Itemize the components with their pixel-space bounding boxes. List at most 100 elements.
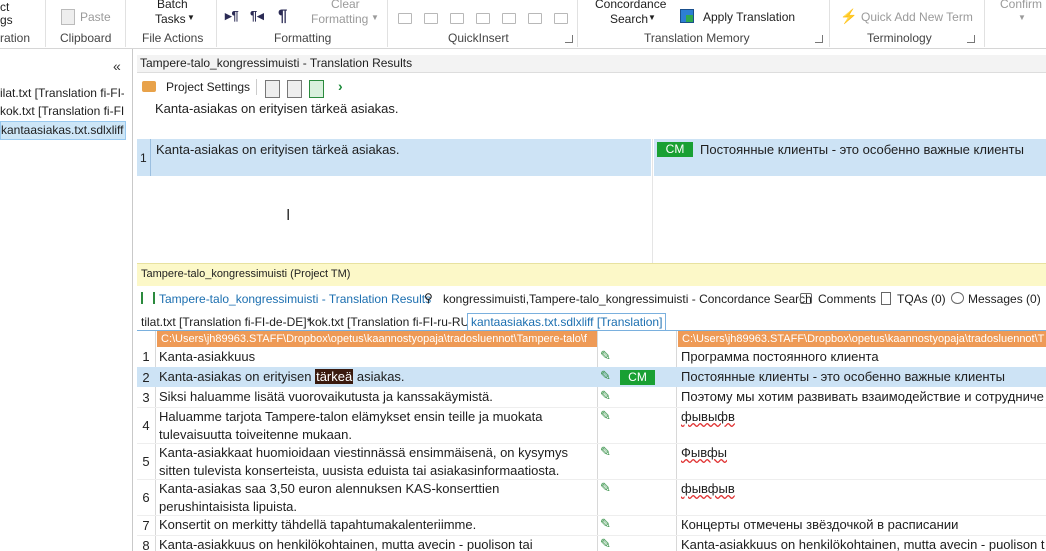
next-arrow-icon[interactable]: › bbox=[338, 78, 343, 94]
batch-tasks-button[interactable]: Tasks bbox=[155, 12, 186, 26]
segment-row[interactable]: 3 Siksi haluamme lisätä vuorovaikutusta … bbox=[137, 387, 1046, 407]
result-target-text: Постоянные клиенты - это особенно важные… bbox=[700, 142, 1024, 157]
results-toolbar-icon[interactable] bbox=[287, 80, 302, 98]
segment-row[interactable]: 6 Kanta-asiakas saa 3,50 euron alennukse… bbox=[137, 479, 1046, 515]
chevron-down-icon: ▼ bbox=[371, 13, 379, 22]
file-item[interactable]: kok.txt [Translation fi-FI-r bbox=[0, 103, 124, 120]
source-path-bar: C:\Users\jh89963.STAFF\Dropbox\opetus\ka… bbox=[157, 331, 598, 347]
messages-icon bbox=[951, 292, 964, 304]
tab-comments[interactable]: Comments bbox=[818, 292, 876, 306]
rtl-paragraph-icon[interactable]: ¶◂ bbox=[250, 8, 264, 24]
chevron-down-icon: ▼ bbox=[648, 13, 656, 22]
quick-add-new-term-button[interactable]: Quick Add New Term bbox=[861, 10, 973, 24]
concordance-label[interactable]: Concordance bbox=[595, 0, 666, 11]
doc-tab[interactable]: tilat.txt [Translation fi-FI-de-DE]* bbox=[141, 315, 311, 329]
segment-row[interactable]: 8 Kanta-asiakkuus on henkilökohtainen, m… bbox=[137, 535, 1046, 551]
segment-target[interactable]: Kanta-asiakkuus on henkilökohtainen, mut… bbox=[681, 536, 1046, 551]
segment-row[interactable]: 4 Haluamme tarjota Tampere-talon elämyks… bbox=[137, 407, 1046, 443]
group-formatting: Formatting bbox=[274, 31, 332, 45]
segment-target[interactable]: фывфыв bbox=[681, 480, 1046, 498]
batch-tasks-label[interactable]: Batch bbox=[157, 0, 188, 11]
quickinsert-icon[interactable] bbox=[528, 13, 542, 24]
tm-name: Tampere-talo_kongressimuisti (Project TM… bbox=[141, 268, 351, 280]
group-clipboard: Clipboard bbox=[60, 31, 112, 45]
group-quickinsert: QuickInsert bbox=[448, 31, 509, 45]
segment-row[interactable]: 5 Kanta-asiakkaat huomioidaan viestinnäs… bbox=[137, 443, 1046, 479]
apply-translation-button[interactable]: Apply Translation bbox=[703, 10, 795, 24]
files-panel: « ilat.txt [Translation fi-FI-d kok.txt … bbox=[0, 49, 133, 551]
tab-tqas[interactable]: TQAs (0) bbox=[897, 292, 946, 306]
comments-icon bbox=[800, 293, 812, 304]
collapse-panel-icon[interactable]: « bbox=[113, 58, 121, 74]
file-item[interactable]: ilat.txt [Translation fi-FI-d bbox=[0, 85, 124, 102]
quickinsert-icon[interactable] bbox=[398, 13, 412, 24]
view-tabs: Tampere-talo_kongressimuisti - Translati… bbox=[137, 290, 1046, 307]
ribbon-group-partial: ration bbox=[0, 31, 31, 45]
group-terminology: Terminology bbox=[867, 31, 932, 45]
tab-messages[interactable]: Messages (0) bbox=[968, 292, 1041, 306]
text-cursor-icon: I bbox=[286, 207, 291, 224]
tm-name-bar: Tampere-talo_kongressimuisti (Project TM… bbox=[137, 263, 1046, 286]
segment-target[interactable]: Концерты отмечены звёздочкой в расписани… bbox=[681, 516, 1046, 534]
quickinsert-icon[interactable] bbox=[502, 13, 516, 24]
group-file-actions: File Actions bbox=[142, 31, 204, 45]
segment-number: 4 bbox=[142, 418, 150, 433]
translated-pencil-icon: ✎ bbox=[600, 368, 611, 383]
segment-target[interactable]: Фывфы bbox=[681, 444, 1046, 462]
translated-pencil-icon: ✎ bbox=[600, 388, 611, 403]
results-toolbar-icon[interactable] bbox=[265, 80, 280, 98]
ribbon-partial-label: ct bbox=[0, 0, 10, 14]
ribbon-partial-label: gs bbox=[0, 13, 13, 27]
group-translation-memory: Translation Memory bbox=[644, 31, 750, 45]
quickinsert-icon[interactable] bbox=[476, 13, 490, 24]
lightning-icon: ⚡ bbox=[840, 8, 858, 24]
segment-source: Konsertit on merkitty tähdellä tapahtuma… bbox=[159, 517, 477, 532]
dialog-launcher-icon[interactable] bbox=[815, 35, 823, 43]
segment-row[interactable]: 7 Konsertit on merkitty tähdellä tapahtu… bbox=[137, 515, 1046, 535]
confirm-button[interactable]: Confirm bbox=[1000, 0, 1042, 11]
quickinsert-icon[interactable] bbox=[424, 13, 438, 24]
segment-source: Kanta-asiakas saa 3,50 euron alennuksen … bbox=[159, 481, 500, 514]
segment-target[interactable]: Постоянные клиенты - это особенно важные… bbox=[681, 368, 1046, 386]
segment-source: Kanta-asiakkuus on henkilökohtainen, mut… bbox=[159, 537, 533, 551]
context-match-badge: CM bbox=[620, 370, 655, 385]
segment-source: Kanta-asiakkuus bbox=[159, 349, 256, 364]
highlighted-term: tärkeä bbox=[315, 369, 354, 384]
file-item-selected[interactable]: kantaasiakas.txt.sdlxliff [T bbox=[0, 121, 126, 140]
segment-row[interactable]: 1 Kanta-asiakkuus ✎ Программа постоянног… bbox=[137, 347, 1046, 367]
results-toolbar-icon[interactable] bbox=[309, 80, 324, 98]
doc-tab[interactable]: kok.txt [Translation fi-FI-ru-RU] bbox=[309, 315, 473, 329]
segment-number: 8 bbox=[142, 538, 150, 551]
dialog-launcher-icon[interactable] bbox=[565, 35, 573, 43]
translated-pencil-icon: ✎ bbox=[600, 480, 611, 495]
paragraph-icon[interactable]: ¶ bbox=[278, 6, 287, 26]
segment-row-active[interactable]: 2 Kanta-asiakas on erityisen tärkeä asia… bbox=[137, 367, 1046, 387]
translated-pencil-icon: ✎ bbox=[600, 536, 611, 551]
tab-concordance-search[interactable]: kongressimuisti,Tampere-talo_kongressimu… bbox=[443, 292, 812, 306]
doc-tab-active[interactable]: kantaasiakas.txt.sdlxliff [Translation] bbox=[467, 313, 667, 330]
tab-translation-results[interactable]: Tampere-talo_kongressimuisti - Translati… bbox=[159, 292, 431, 306]
clear-formatting-button[interactable]: Formatting bbox=[311, 12, 368, 26]
quickinsert-icon[interactable] bbox=[554, 13, 568, 24]
segment-target[interactable]: Программа постоянного клиента bbox=[681, 348, 1046, 366]
ribbon: ct gs ration Paste Clipboard Batch Tasks… bbox=[0, 0, 1046, 49]
segment-number: 2 bbox=[142, 370, 150, 385]
segment-source: Haluamme tarjota Tampere-talon elämykset… bbox=[159, 409, 543, 442]
dialog-launcher-icon[interactable] bbox=[967, 35, 975, 43]
target-path-bar: C:\Users\jh89963.STAFF\Dropbox\opetus\ka… bbox=[678, 331, 1046, 347]
segment-target[interactable]: Поэтому мы хотим развивать взаимодействи… bbox=[681, 388, 1046, 406]
segment-number: 6 bbox=[142, 490, 150, 505]
segment-source: Kanta-asiakkaat huomioidaan viestinnässä… bbox=[159, 445, 568, 478]
translated-pencil-icon: ✎ bbox=[600, 444, 611, 459]
result-row-number: 1 bbox=[140, 151, 147, 165]
ltr-paragraph-icon[interactable]: ▸¶ bbox=[225, 8, 239, 24]
quickinsert-icon[interactable] bbox=[450, 13, 464, 24]
segment-target[interactable]: фывыфв bbox=[681, 408, 1046, 426]
source-preview: Kanta-asiakas on erityisen tärkeä asiaka… bbox=[155, 101, 399, 116]
project-settings-button[interactable]: Project Settings bbox=[166, 80, 250, 94]
translation-results-header: Tampere-talo_kongressimuisti - Translati… bbox=[137, 55, 1046, 73]
clear-formatting-label[interactable]: Clear bbox=[331, 0, 360, 11]
concordance-search-button[interactable]: Search bbox=[610, 12, 648, 26]
binoculars-icon: ⚲ bbox=[424, 291, 433, 305]
paste-button[interactable]: Paste bbox=[80, 10, 111, 24]
